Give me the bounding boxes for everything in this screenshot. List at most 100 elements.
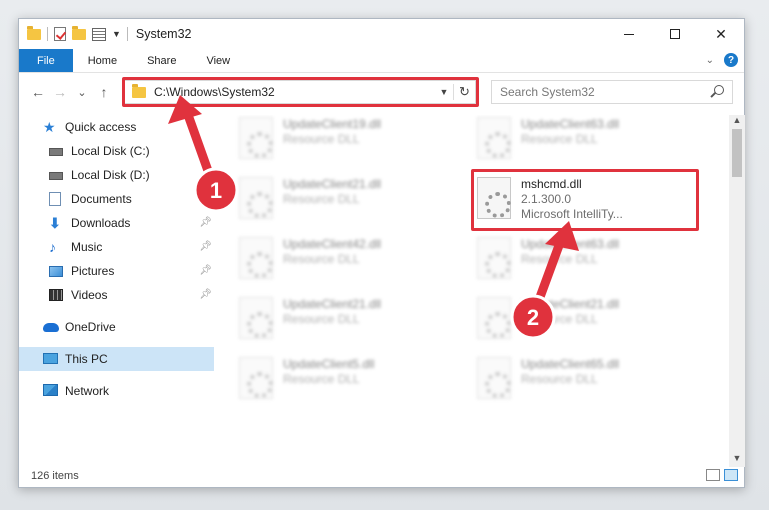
status-bar: 126 items [19,465,744,487]
dll-file-icon [477,237,511,279]
sidebar-item-network[interactable]: Network [19,379,214,403]
toolbar-divider [47,27,48,41]
file-item[interactable]: UpdateClient42.dll Resource DLL [239,235,469,295]
videos-icon [49,289,63,301]
search-placeholder: Search System32 [500,85,595,99]
tab-file[interactable]: File [19,49,73,72]
navigation-bar: ← → ⌄ ↑ C:\Windows\System32 ▼ ↻ Search S… [19,75,744,109]
file-item[interactable]: UpdateClient63.dll Resource DLL [477,235,707,295]
file-type: Resource DLL [283,252,360,266]
address-path[interactable]: C:\Windows\System32 [154,85,435,99]
forward-button[interactable]: → [49,84,71,100]
up-button[interactable]: ↑ [93,84,115,100]
file-type: Resource DLL [521,252,598,266]
scroll-up-icon[interactable]: ▲ [729,115,745,129]
pin-icon[interactable]: 📌︎ [199,241,212,252]
file-name: UpdateClient21.dll [283,297,382,311]
dll-file-icon [239,297,273,339]
vertical-scrollbar[interactable]: ▲ ▼ [729,115,745,467]
close-icon: ✕ [715,25,727,42]
refresh-icon[interactable]: ↻ [453,84,475,100]
dll-file-icon [477,177,511,219]
scrollbar-thumb[interactable] [732,129,742,177]
file-description: Microsoft IntelliTy... [521,207,623,221]
sidebar-item-label: Local Disk (D:) [71,168,150,182]
details-icon[interactable] [92,27,106,41]
sidebar-item-local-disk-d[interactable]: Local Disk (D:) [19,163,214,187]
address-dropdown-icon[interactable]: ▼ [435,87,453,97]
tab-home[interactable]: Home [73,49,132,72]
tab-view[interactable]: View [191,49,245,72]
file-name: mshcmd.dll [521,177,582,191]
file-item[interactable]: UpdateClient19.dll Resource DLL [239,115,469,175]
sidebar-item-label: Music [71,240,103,254]
sidebar-item-quick-access[interactable]: ★ Quick access [19,115,214,139]
dll-file-icon [477,117,511,159]
close-button[interactable]: ✕ [698,19,744,49]
onedrive-icon [43,323,59,332]
file-type: Resource DLL [283,372,360,386]
maximize-button[interactable] [652,19,698,49]
search-icon[interactable] [714,85,724,95]
sidebar-item-label: Documents [71,192,132,206]
recent-locations-button[interactable]: ⌄ [71,86,93,99]
file-type: Resource DLL [521,132,598,146]
file-type: Resource DLL [521,312,598,326]
minimize-button[interactable] [606,19,652,49]
file-name: UpdateClient21.dll [283,177,382,191]
sidebar-item-label: OneDrive [65,320,116,334]
sidebar-item-label: Quick access [65,120,137,134]
tab-share[interactable]: Share [132,49,191,72]
new-folder-icon[interactable] [72,25,86,40]
sidebar-item-label: Local Disk (C:) [71,144,150,158]
dll-file-icon [239,177,273,219]
properties-check-icon[interactable] [54,27,66,41]
file-item[interactable]: UpdateClient65.dll Resource DLL [477,355,707,415]
file-item-mshcmd[interactable]: mshcmd.dll 2.1.300.0 Microsoft IntelliTy… [471,169,707,235]
maximize-icon [670,29,680,39]
expand-ribbon-chevron-icon[interactable]: ⌄ [706,55,714,66]
sidebar-item-onedrive[interactable]: OneDrive [19,315,214,339]
sidebar-item-pictures[interactable]: Pictures 📌︎ [19,259,214,283]
dll-file-icon [477,297,511,339]
sidebar-item-label: Videos [71,288,108,302]
folder-icon [27,25,41,40]
star-icon: ★ [43,119,56,135]
pin-icon[interactable]: 📌︎ [199,289,212,300]
file-type: Resource DLL [283,192,360,206]
music-icon: ♪ [49,239,56,255]
pin-icon[interactable]: 📌︎ [199,265,212,276]
address-bar[interactable]: C:\Windows\System32 ▼ ↻ [124,80,476,104]
details-view-icon[interactable] [706,469,720,481]
sidebar-item-this-pc[interactable]: This PC [19,347,214,371]
file-name: UpdateClient5.dll [283,357,375,371]
help-icon[interactable]: ? [724,53,738,67]
pin-icon[interactable]: 📌︎ [199,217,212,228]
sidebar-item-music[interactable]: ♪ Music 📌︎ [19,235,214,259]
file-name: UpdateClient63.dll [521,237,620,251]
search-input[interactable]: Search System32 [491,80,733,104]
drive-icon [49,148,63,156]
back-button[interactable]: ← [27,84,49,100]
file-name: UpdateClient65.dll [521,357,620,371]
customize-toolbar-dropdown-icon[interactable]: ▼ [112,29,121,39]
documents-icon [49,192,61,206]
pictures-icon [49,266,63,277]
window-controls: ✕ [606,19,744,49]
file-item[interactable]: UpdateClient21.dll Resource DLL [239,295,469,355]
folder-icon [132,83,146,98]
downloads-icon: ⬇ [49,215,61,231]
sidebar-item-local-disk-c[interactable]: Local Disk (C:) [19,139,214,163]
sidebar-item-downloads[interactable]: ⬇ Downloads 📌︎ [19,211,214,235]
file-list: UpdateClient19.dll Resource DLL UpdateCli… [229,115,729,465]
pin-icon[interactable]: 📌︎ [199,193,212,204]
file-item[interactable]: UpdateClient63.dll Resource DLL [477,115,707,175]
file-item[interactable]: UpdateClient21.dll Resource DLL [477,295,707,355]
sidebar-item-videos[interactable]: Videos 📌︎ [19,283,214,307]
item-count: 126 items [31,470,79,482]
sidebar-item-documents[interactable]: Documents 📌︎ [19,187,214,211]
large-icons-view-icon[interactable] [724,469,738,481]
file-item[interactable]: UpdateClient5.dll Resource DLL [239,355,469,415]
drive-icon [49,172,63,180]
file-item[interactable]: UpdateClient21.dll Resource DLL [239,175,469,235]
